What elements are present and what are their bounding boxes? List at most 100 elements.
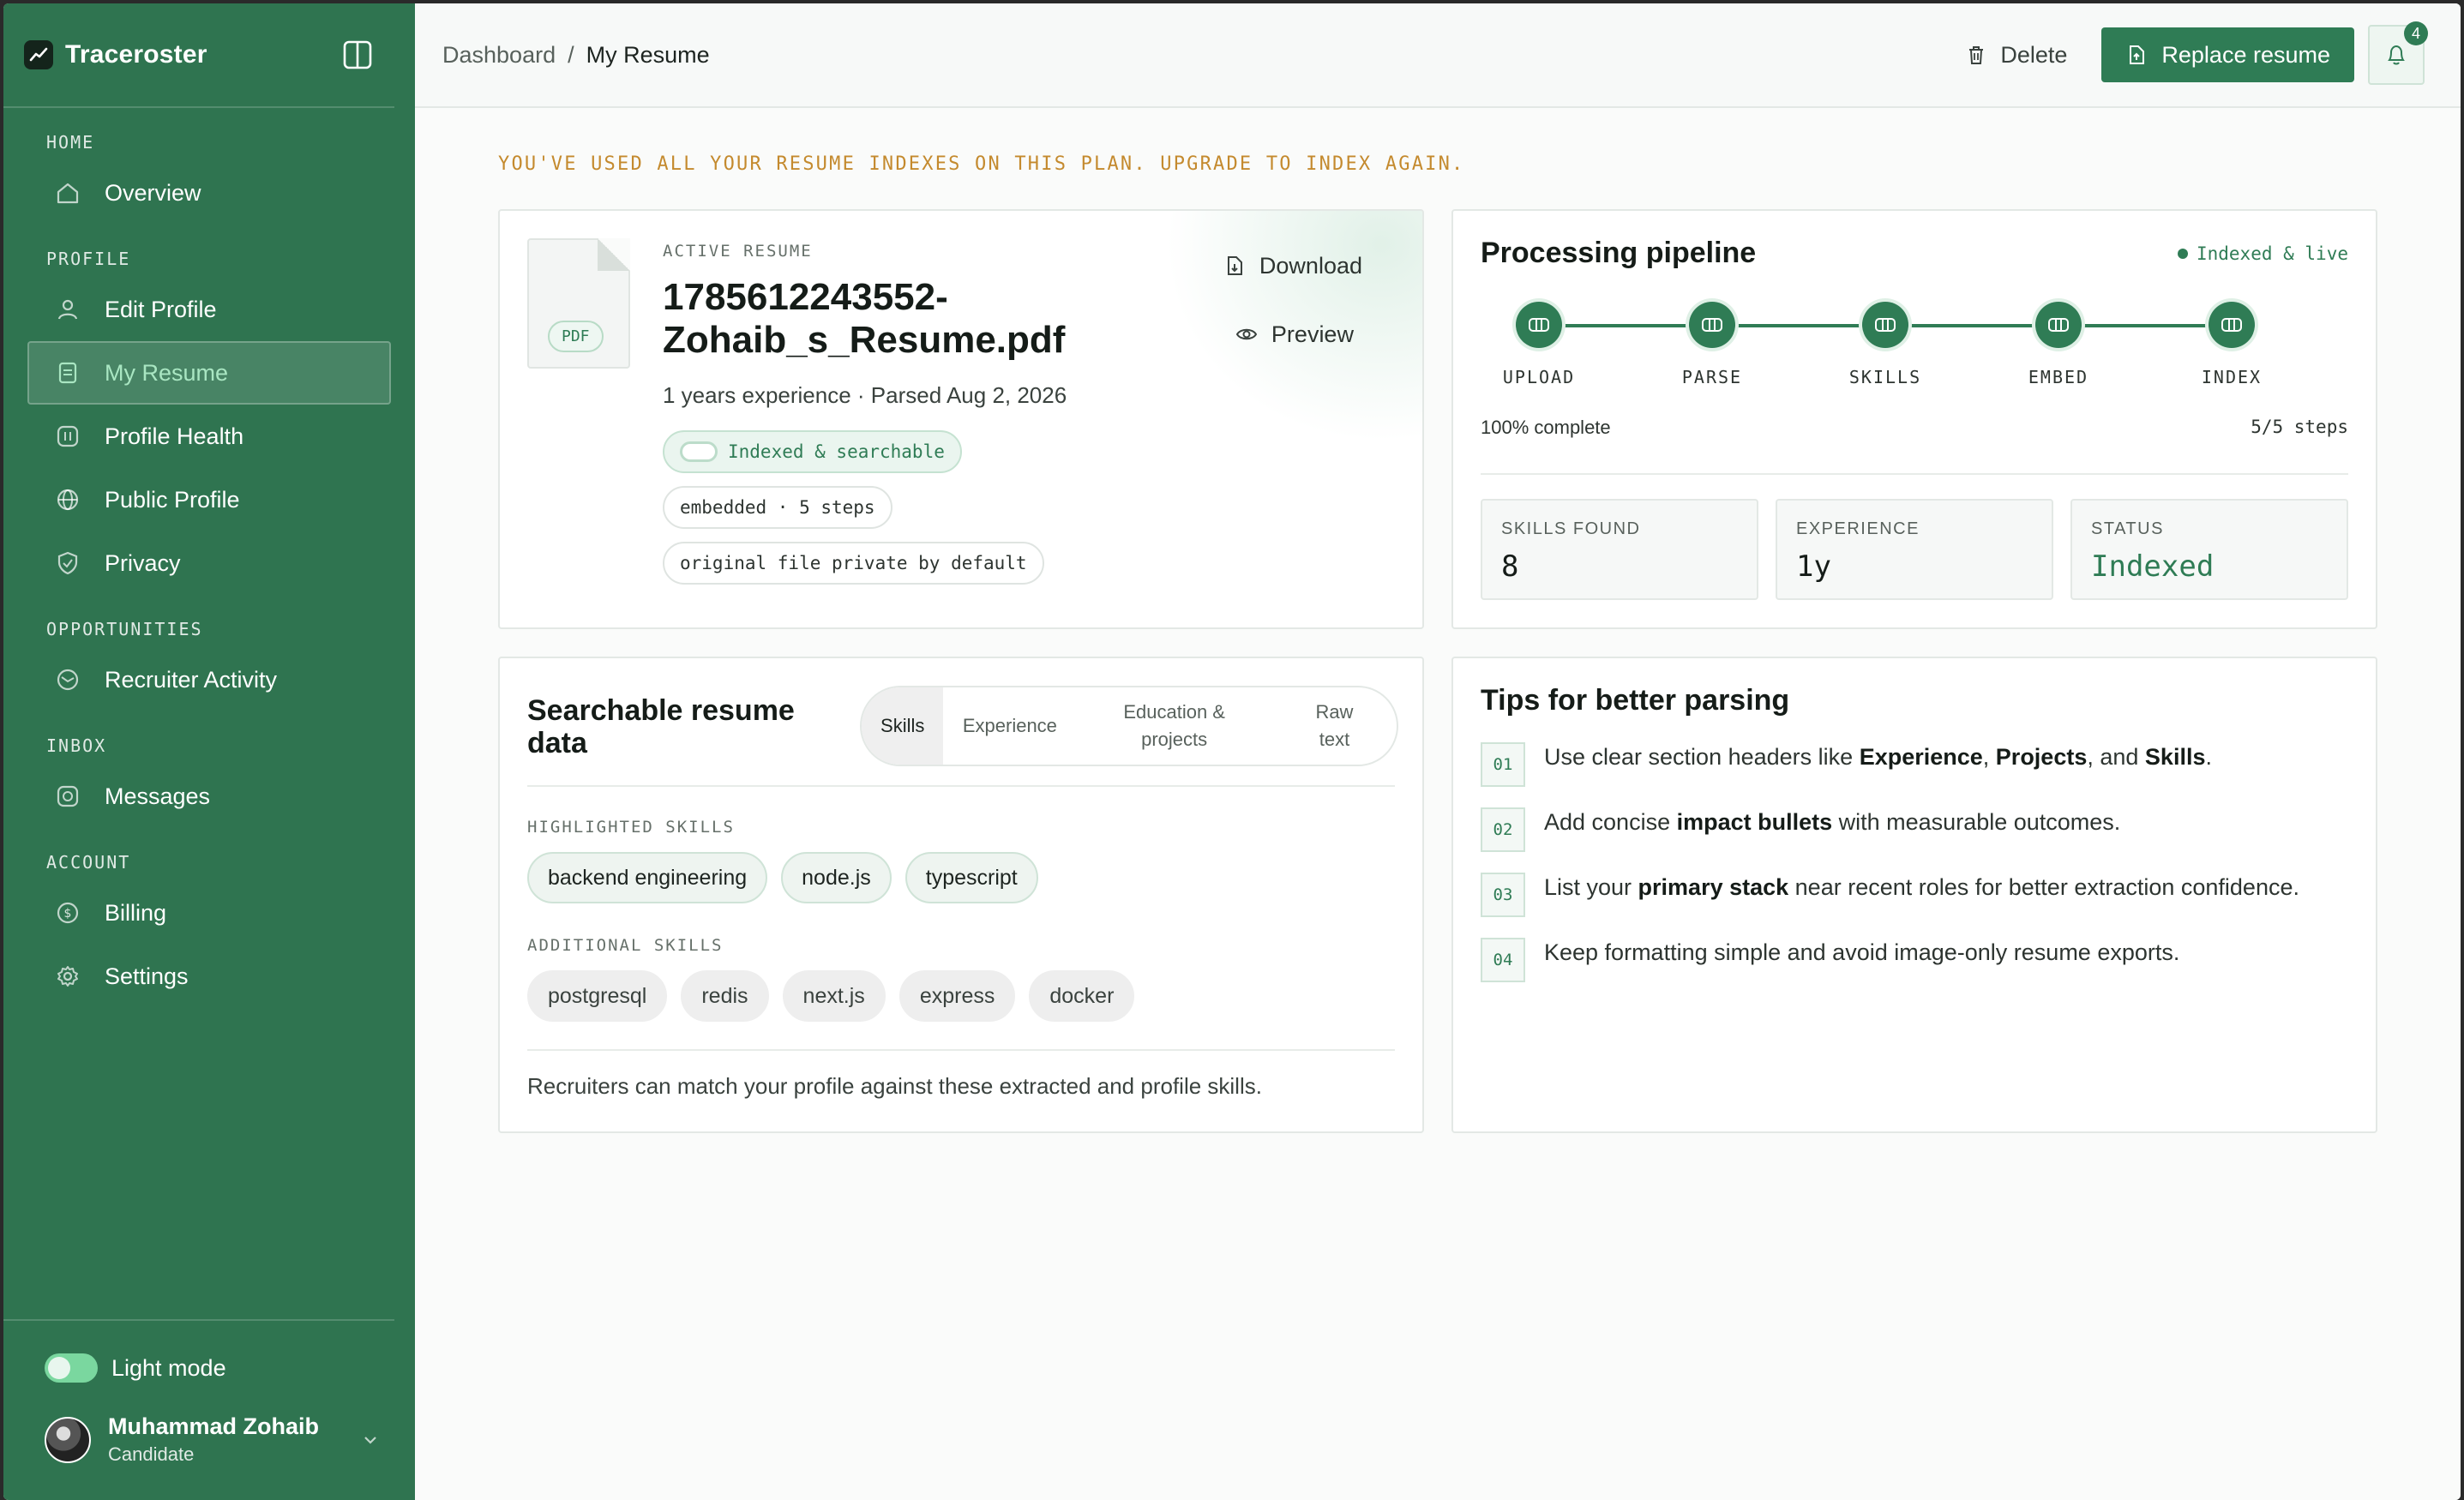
indexed-status-chip: Indexed & searchable <box>663 430 962 473</box>
sidebar-item-label: Billing <box>105 899 167 926</box>
breadcrumb-parent[interactable]: Dashboard <box>442 42 556 69</box>
step-check-icon <box>1862 302 1908 348</box>
tip-item: 03 List your primary stack near recent r… <box>1481 871 2348 936</box>
sidebar-item-label: Privacy <box>105 549 181 576</box>
sidebar-item-label: Profile Health <box>105 423 244 449</box>
app-window: Traceroster HOME Overview PROFILE Edit P… <box>3 3 2461 1500</box>
sidebar-item-label: Public Profile <box>105 486 240 513</box>
brand[interactable]: Traceroster <box>24 40 207 69</box>
tab-experience[interactable]: Experience <box>943 687 1076 765</box>
user-role: Candidate <box>108 1443 195 1465</box>
sidebar-header: Traceroster <box>3 3 394 108</box>
sidebar-item-label: My Resume <box>105 359 229 386</box>
searchable-title: Searchable resume data <box>527 694 795 759</box>
breadcrumb-separator: / <box>568 41 574 68</box>
pipeline-step-upload: UPLOAD <box>1470 302 1608 387</box>
download-button[interactable]: Download <box>1223 249 1362 283</box>
searchable-data-card: Searchable resume data Skills Experience… <box>498 657 1424 1133</box>
tip-item: 04 Keep formatting simple and avoid imag… <box>1481 936 2348 1001</box>
tab-education-projects[interactable]: Education & projects <box>1076 687 1272 765</box>
notifications-button[interactable]: 4 <box>2368 21 2428 85</box>
sidebar-item-label: Overview <box>105 179 201 206</box>
upload-doc-icon <box>2130 45 2145 64</box>
preview-button[interactable]: Preview <box>1223 317 1362 351</box>
stat-experience: EXPERIENCE 1y <box>1776 499 2053 600</box>
sidebar-toggle-icon[interactable] <box>341 39 374 71</box>
gear-icon <box>57 966 78 987</box>
sidebar-item-recruiter-activity[interactable]: Recruiter Activity <box>27 648 391 711</box>
tab-skills[interactable]: Skills <box>862 687 944 765</box>
user-name: Muhammad Zohaib <box>108 1413 320 1439</box>
resume-file-name: 1785612243552- Zohaib_s_Resume.pdf <box>663 276 1066 361</box>
tip-number: 04 <box>1481 938 1525 982</box>
shield-icon <box>57 551 78 575</box>
skill-chip: docker <box>1029 970 1135 1022</box>
sidebar-item-overview[interactable]: Overview <box>27 161 391 225</box>
processing-pipeline-card: Processing pipeline Indexed & live UPLOA… <box>1451 209 2377 629</box>
tip-text: List your primary stack near recent role… <box>1544 874 2299 900</box>
sidebar-footer: Light mode Muhammad Zohaib Candidate <box>3 1319 415 1500</box>
sidebar-item-messages[interactable]: Messages <box>27 765 391 828</box>
theme-toggle-label: Light mode <box>111 1354 226 1381</box>
privacy-chip: original file private by default <box>663 542 1044 585</box>
delete-label: Delete <box>2000 41 2068 68</box>
sidebar-item-label: Edit Profile <box>105 296 217 322</box>
skill-chip: redis <box>681 970 769 1022</box>
additional-skills: postgresql redis next.js express docker <box>527 970 1135 1022</box>
svg-text:$: $ <box>64 907 72 921</box>
tip-number: 02 <box>1481 807 1525 852</box>
tab-raw-text[interactable]: Raw text <box>1272 687 1397 765</box>
sidebar-item-privacy[interactable]: Privacy <box>27 531 391 595</box>
additional-skills-label: ADDITIONAL SKILLS <box>527 936 724 955</box>
plan-limit-warning: YOU'VE USED ALL YOUR RESUME INDEXES ON T… <box>498 153 1465 175</box>
nav-section-home: HOME <box>46 132 95 153</box>
health-icon <box>57 425 79 447</box>
sidebar-item-settings[interactable]: Settings <box>27 945 391 1008</box>
replace-resume-button[interactable]: Replace resume <box>2101 27 2354 82</box>
tips-title: Tips for better parsing <box>1481 684 1790 717</box>
pipeline-progress: 100% complete 5/5 steps <box>1481 417 2348 439</box>
user-menu[interactable]: Muhammad Zohaib Candidate <box>3 1413 415 1500</box>
pipeline-step-index: INDEX <box>2163 302 2300 387</box>
tip-number: 01 <box>1481 742 1525 787</box>
tip-number: 03 <box>1481 873 1525 917</box>
skill-chip: postgresql <box>527 970 668 1022</box>
pdf-thumbnail[interactable]: PDF <box>527 238 630 369</box>
activity-icon <box>57 669 79 691</box>
document-icon <box>58 362 77 384</box>
notification-count-badge: 4 <box>2404 21 2428 45</box>
pipeline-step-parse: PARSE <box>1644 302 1781 387</box>
breadcrumb-current: My Resume <box>586 41 710 68</box>
tip-item: 01 Use clear section headers like Experi… <box>1481 741 2348 806</box>
divider <box>1481 473 2348 475</box>
theme-toggle[interactable] <box>45 1353 98 1383</box>
divider <box>527 785 1395 787</box>
user-icon <box>57 299 78 320</box>
sidebar-item-billing[interactable]: $ Billing <box>27 881 391 945</box>
chevron-down-icon[interactable] <box>360 1430 381 1450</box>
divider <box>527 1049 1395 1051</box>
sidebar-item-public-profile[interactable]: Public Profile <box>27 468 391 531</box>
skill-chip: next.js <box>782 970 886 1022</box>
message-icon <box>57 785 79 807</box>
sidebar-item-label: Messages <box>105 783 211 809</box>
parsing-tips-card: Tips for better parsing 01 Use clear sec… <box>1451 657 2377 1133</box>
nav-section-account: ACCOUNT <box>46 852 131 873</box>
step-check-icon <box>1689 302 1735 348</box>
tip-text: Use clear section headers like Experienc… <box>1544 744 2212 770</box>
delete-button[interactable]: Delete <box>1945 27 2088 82</box>
sidebar-item-edit-profile[interactable]: Edit Profile <box>27 278 391 341</box>
skill-chip: node.js <box>781 852 892 903</box>
pipeline-step-embed: EMBED <box>1990 302 2127 387</box>
home-icon <box>57 183 79 204</box>
sidebar-item-my-resume[interactable]: My Resume <box>27 341 391 405</box>
sidebar-item-label: Recruiter Activity <box>105 666 278 693</box>
tip-text: Add concise impact bullets with measurab… <box>1544 809 2121 835</box>
data-tabs: Skills Experience Education & projects R… <box>860 686 1398 766</box>
theme-toggle-row[interactable]: Light mode <box>3 1321 415 1413</box>
highlighted-skills-label: HIGHLIGHTED SKILLS <box>527 818 735 837</box>
sidebar-item-profile-health[interactable]: Profile Health <box>27 405 391 468</box>
skill-chip: express <box>898 970 1016 1022</box>
globe-icon <box>57 489 79 511</box>
tip-text: Keep formatting simple and avoid image-o… <box>1544 939 2180 965</box>
